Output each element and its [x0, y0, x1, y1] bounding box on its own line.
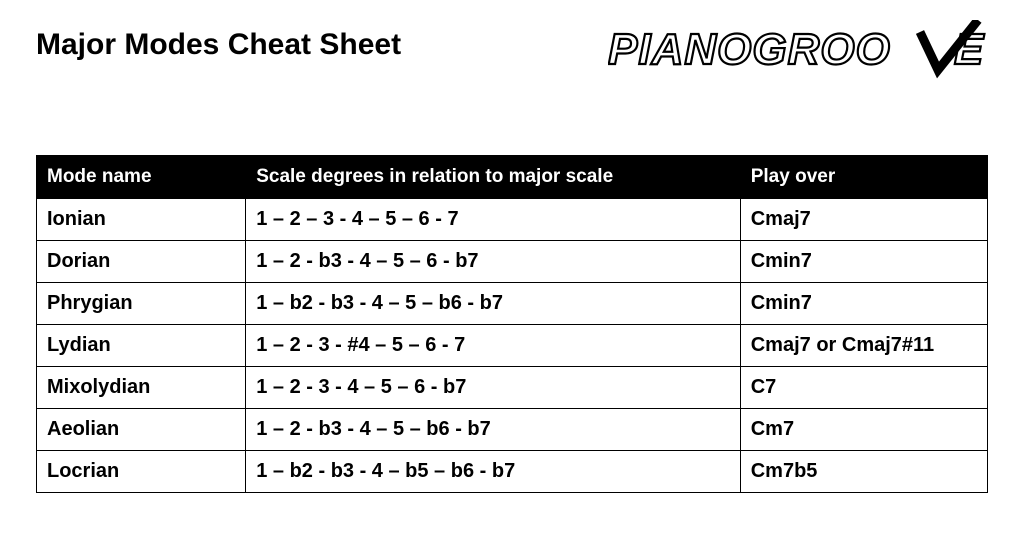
- svg-text:E: E: [954, 25, 985, 74]
- svg-text:PIANOGROO: PIANOGROO: [608, 25, 891, 74]
- cell-playover: Cmaj7: [740, 199, 987, 241]
- cell-playover: Cm7: [740, 409, 987, 451]
- table-row: Mixolydian 1 – 2 - 3 - 4 – 5 – 6 - b7 C7: [37, 367, 988, 409]
- table-row: Phrygian 1 – b2 - b3 - 4 – 5 – b6 - b7 C…: [37, 283, 988, 325]
- table-row: Dorian 1 – 2 - b3 - 4 – 5 – 6 - b7 Cmin7: [37, 241, 988, 283]
- cell-degrees: 1 – 2 - b3 - 4 – 5 – 6 - b7: [246, 241, 741, 283]
- cell-playover: C7: [740, 367, 987, 409]
- document-header: Major Modes Cheat Sheet PIANOGROO E: [36, 28, 988, 87]
- cell-mode: Dorian: [37, 241, 246, 283]
- col-header-mode: Mode name: [37, 156, 246, 199]
- cell-mode: Locrian: [37, 451, 246, 493]
- table-row: Aeolian 1 – 2 - b3 - 4 – 5 – b6 - b7 Cm7: [37, 409, 988, 451]
- table-row: Lydian 1 – 2 - 3 - #4 – 5 – 6 - 7 Cmaj7 …: [37, 325, 988, 367]
- modes-table-wrapper: Mode name Scale degrees in relation to m…: [36, 155, 988, 493]
- cell-degrees: 1 – 2 - b3 - 4 – 5 – b6 - b7: [246, 409, 741, 451]
- cell-mode: Aeolian: [37, 409, 246, 451]
- cell-mode: Lydian: [37, 325, 246, 367]
- cell-degrees: 1 – b2 - b3 - 4 – b5 – b6 - b7: [246, 451, 741, 493]
- modes-table: Mode name Scale degrees in relation to m…: [36, 155, 988, 493]
- cell-playover: Cmaj7 or Cmaj7#11: [740, 325, 987, 367]
- page-title: Major Modes Cheat Sheet: [36, 28, 401, 62]
- cell-mode: Ionian: [37, 199, 246, 241]
- brand-logo: PIANOGROO E: [608, 20, 988, 87]
- cell-degrees: 1 – 2 – 3 - 4 – 5 – 6 - 7: [246, 199, 741, 241]
- cell-degrees: 1 – 2 - 3 - 4 – 5 – 6 - b7: [246, 367, 741, 409]
- cell-degrees: 1 – b2 - b3 - 4 – 5 – b6 - b7: [246, 283, 741, 325]
- cell-playover: Cm7b5: [740, 451, 987, 493]
- cell-degrees: 1 – 2 - 3 - #4 – 5 – 6 - 7: [246, 325, 741, 367]
- pianogroove-logo-icon: PIANOGROO E: [608, 20, 988, 82]
- table-row: Ionian 1 – 2 – 3 - 4 – 5 – 6 - 7 Cmaj7: [37, 199, 988, 241]
- col-header-degrees: Scale degrees in relation to major scale: [246, 156, 741, 199]
- cell-mode: Mixolydian: [37, 367, 246, 409]
- col-header-playover: Play over: [740, 156, 987, 199]
- table-row: Locrian 1 – b2 - b3 - 4 – b5 – b6 - b7 C…: [37, 451, 988, 493]
- table-header-row: Mode name Scale degrees in relation to m…: [37, 156, 988, 199]
- cell-playover: Cmin7: [740, 241, 987, 283]
- cell-playover: Cmin7: [740, 283, 987, 325]
- cell-mode: Phrygian: [37, 283, 246, 325]
